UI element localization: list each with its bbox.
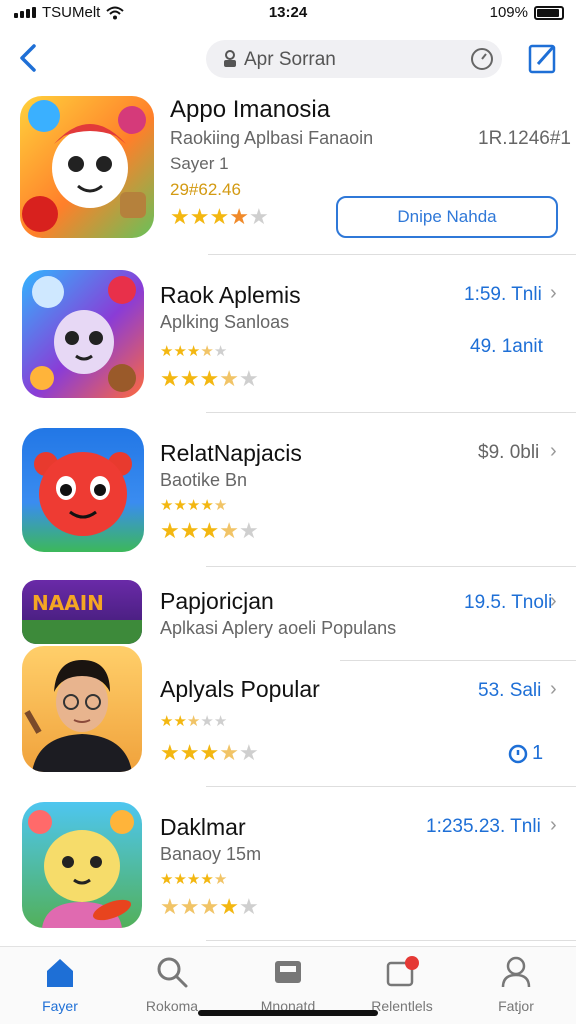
tab-label: Fatjor [498, 998, 534, 1014]
search-input[interactable]: Apr Sorran [206, 40, 502, 78]
tab-label: Fayer [42, 998, 78, 1014]
app-name: Aplyals Popular [160, 676, 320, 702]
app-icon-3 [22, 428, 144, 552]
divider [206, 940, 576, 941]
clock-badge-icon [508, 744, 528, 763]
app-icon-2 [22, 270, 144, 398]
app-subtitle: Aplkasi Aplery aoeli Populans [160, 618, 397, 638]
app-size: 1R.1246#1 [478, 128, 571, 149]
divider [206, 786, 576, 787]
divider [208, 254, 576, 255]
app-size: 1:235.23. Tnli [426, 816, 541, 837]
star-rating-small: ★ ★ ★ ★ ★ [160, 871, 228, 888]
apps-icon [275, 961, 301, 983]
star-rating-small: ★ ★ ★ ★ ★ [160, 713, 228, 730]
app-secondary-size: 49. 1anit [470, 336, 543, 357]
star-rating: ★ ★ ★ ★ ★ [170, 204, 269, 229]
chevron-right-icon[interactable]: › [550, 590, 557, 613]
app-subtitle: Raokiing Aplbasi Fanaoin [170, 128, 374, 148]
app-subtitle: Baotike Bn [160, 470, 248, 490]
update-badge[interactable]: 1 [508, 742, 543, 765]
app-name: Raok Aplemis [160, 282, 301, 308]
back-chevron-icon[interactable] [14, 40, 44, 76]
tab-apps[interactable]: Mnonatd [238, 955, 338, 1014]
app-icon-6 [22, 802, 142, 928]
status-bar: TSUMelt 13:24 109% [0, 0, 576, 26]
nav-bar: Apr Sorran [0, 34, 576, 82]
divider [340, 660, 576, 661]
star-rating: ★ ★ ★ ★ ★ [160, 366, 259, 391]
battery-percent: 109% [489, 4, 528, 21]
divider [206, 566, 576, 567]
app-category: Sayer 1 [170, 154, 229, 173]
app-price: 29#62.46 [170, 180, 241, 199]
app-name: Daklmar [160, 814, 246, 840]
home-icon [47, 959, 73, 987]
app-subtitle: Banaoy 15m [160, 844, 262, 864]
search-icon [157, 957, 188, 988]
app-size: 19.5. Tnoli [464, 592, 553, 613]
search-placeholder: Apr Sorran [244, 49, 336, 70]
tab-profile[interactable]: Fatjor [466, 955, 566, 1014]
star-rating: ★ ★ ★ ★ ★ [160, 740, 259, 765]
app-name: Appo Imanosia [170, 96, 331, 123]
app-size: 53. Sali [478, 680, 542, 701]
app-banner-4: NAAIN [22, 580, 142, 644]
badge-count: 1 [532, 742, 544, 764]
app-size: $9. 0bli [478, 442, 540, 463]
profile-icon [501, 956, 531, 988]
battery-icon [534, 5, 564, 20]
tab-updates[interactable]: Relentlels [352, 955, 452, 1014]
app-icon-5 [22, 646, 142, 772]
divider [206, 412, 576, 413]
user-lock-icon [224, 50, 236, 67]
app-subtitle: Aplking Sanloas [160, 312, 290, 332]
history-icon[interactable] [470, 47, 494, 71]
chevron-right-icon[interactable]: › [550, 814, 557, 837]
star-rating-small: ★ ★ ★ ★ ★ [160, 497, 228, 514]
compose-icon[interactable] [528, 42, 558, 74]
star-rating: ★ ★ ★ ★ ★ [160, 894, 259, 919]
app-icon-1 [20, 96, 154, 238]
chevron-right-icon[interactable]: › [550, 678, 557, 701]
tab-search[interactable]: Rokoma [122, 955, 222, 1014]
chevron-right-icon[interactable]: › [550, 282, 557, 305]
tab-home[interactable]: Fayer [10, 955, 110, 1014]
updates-icon [386, 956, 419, 987]
star-rating-small: ★ ★ ★ ★ ★ [160, 343, 228, 360]
get-button[interactable]: Dnipe Nahda [336, 196, 558, 238]
home-indicator[interactable] [198, 1010, 378, 1016]
app-name: Papjoricjan [160, 588, 274, 614]
app-size: 1:59. Tnli [464, 284, 542, 305]
chevron-right-icon[interactable]: › [550, 440, 557, 463]
banner-text: NAAIN [32, 591, 104, 615]
app-name: RelatNapjacis [160, 440, 302, 466]
star-rating: ★ ★ ★ ★ ★ [160, 518, 259, 543]
